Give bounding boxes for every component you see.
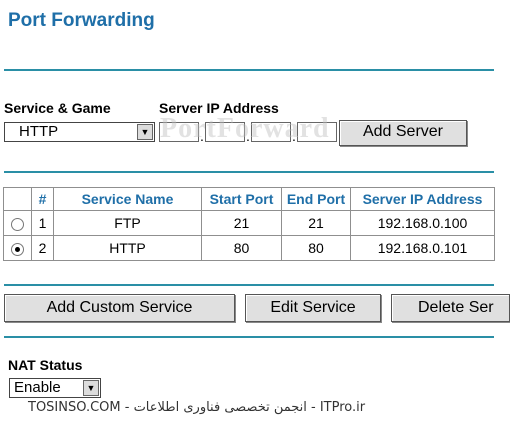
table-row[interactable]: 2 HTTP 80 80 192.168.0.101 <box>3 235 495 261</box>
row-number: 2 <box>31 235 54 261</box>
end-port-cell: 80 <box>281 235 351 261</box>
page-title: Port Forwarding <box>8 10 155 31</box>
nat-status-select[interactable]: Enable ▼ <box>9 378 101 398</box>
watermark: PortForward <box>160 113 330 144</box>
port-forward-table: # Service Name Start Port End Port Serve… <box>3 187 495 261</box>
column-header: # <box>31 187 54 211</box>
chevron-down-icon[interactable]: ▼ <box>137 124 153 140</box>
end-port-cell: 21 <box>281 210 351 236</box>
divider-top <box>4 69 494 71</box>
service-game-select[interactable]: HTTP ▼ <box>4 122 155 142</box>
column-header <box>3 187 32 211</box>
table-row[interactable]: 1 FTP 21 21 192.168.0.100 <box>3 210 495 236</box>
service-name-cell: HTTP <box>53 235 202 261</box>
divider-lower <box>4 284 494 286</box>
table-header-row: # Service Name Start Port End Port Serve… <box>3 187 495 211</box>
delete-service-button[interactable]: Delete Ser <box>391 294 510 322</box>
divider-middle <box>4 171 494 173</box>
nat-status-value: Enable <box>14 379 61 396</box>
service-game-value: HTTP <box>19 123 59 140</box>
edit-service-button[interactable]: Edit Service <box>245 294 381 322</box>
column-header: Server IP Address <box>350 187 495 211</box>
row-number: 1 <box>31 210 54 236</box>
start-port-cell: 21 <box>201 210 282 236</box>
chevron-down-icon[interactable]: ▼ <box>83 380 99 396</box>
row-radio-1[interactable] <box>11 217 24 231</box>
add-server-button[interactable]: Add Server <box>339 120 467 146</box>
service-game-label: Service & Game <box>4 100 111 116</box>
column-header: Start Port <box>201 187 282 211</box>
footer-watermark-text: TOSINSO.COM - انجمن تخصصی فناوری اطلاعات… <box>28 400 366 415</box>
add-custom-service-button[interactable]: Add Custom Service <box>4 294 235 322</box>
column-header: Service Name <box>53 187 202 211</box>
nat-status-label: NAT Status <box>8 357 83 373</box>
service-name-cell: FTP <box>53 210 202 236</box>
row-radio-2[interactable] <box>11 242 24 256</box>
start-port-cell: 80 <box>201 235 282 261</box>
server-ip-cell: 192.168.0.101 <box>350 235 495 261</box>
divider-bottom <box>4 336 494 338</box>
server-ip-cell: 192.168.0.100 <box>350 210 495 236</box>
column-header: End Port <box>281 187 351 211</box>
